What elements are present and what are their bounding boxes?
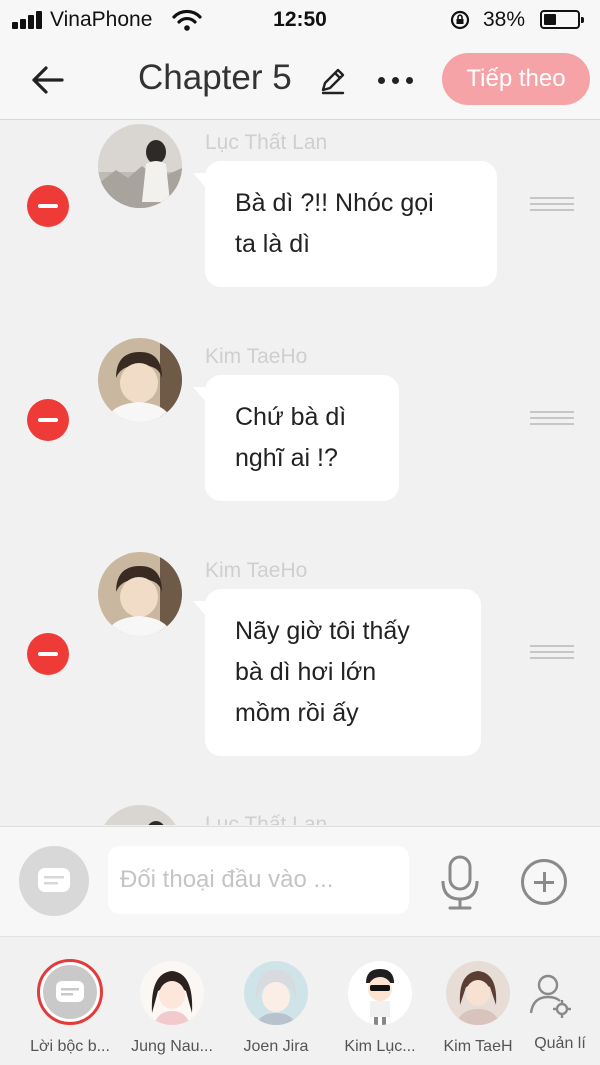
message-line: Nãy giờ tôi thấy — [235, 617, 410, 645]
speaker-name: Kim TaeHo — [205, 345, 308, 368]
next-chapter-button[interactable]: Tiếp theo — [442, 53, 590, 105]
speaker-name: Lục Thất Lan — [205, 131, 328, 154]
avatar — [98, 552, 182, 636]
avatar — [98, 338, 182, 422]
more-horizontal-icon[interactable] — [376, 64, 416, 94]
page-title: Chapter 5 — [138, 58, 292, 97]
list-item[interactable]: Lục Thất Lan Bà dì ?!! Nhóc gọi ta là dì — [0, 121, 600, 321]
editor-header: Chapter 5 Tiếp theo — [0, 40, 600, 120]
narration-toggle-button[interactable] — [19, 846, 89, 916]
plus-circle-icon[interactable] — [521, 859, 567, 905]
avatar — [140, 961, 204, 1025]
avatar — [446, 961, 510, 1025]
list-item[interactable]: Kim TaeHo Chứ bà dì nghĩ ai !? — [0, 335, 600, 535]
battery-icon — [540, 10, 584, 29]
character-item-narration[interactable]: Lời bộc b... — [20, 937, 120, 1065]
list-item[interactable]: Kim TaeHo Nãy giờ tôi thấy bà dì hơi lớn… — [0, 549, 600, 789]
status-bar: VinaPhone 12:50 38% — [0, 0, 600, 40]
dialogue-input[interactable] — [108, 846, 409, 914]
message-line: bà dì hơi lớn — [235, 658, 377, 686]
microphone-icon[interactable] — [438, 855, 482, 911]
message-bubble-icon — [38, 868, 70, 892]
avatar — [348, 961, 412, 1025]
avatar — [98, 124, 182, 208]
message-line: Bà dì ?!! Nhóc gọi — [235, 189, 434, 217]
character-item[interactable]: Kim Lục... — [330, 937, 430, 1065]
character-name: Lời bộc b... — [30, 1038, 110, 1055]
character-name: Joen Jira — [243, 1038, 309, 1055]
character-bar: Lời bộc b... Jung Nau... Joen Jira Kim L… — [0, 936, 600, 1065]
drag-handle-icon[interactable] — [530, 643, 574, 661]
message-bubble[interactable]: Chứ bà dì nghĩ ai !? — [193, 375, 399, 501]
delete-message-button[interactable] — [27, 399, 69, 441]
drag-handle-icon[interactable] — [530, 409, 574, 427]
avatar — [98, 805, 182, 825]
character-name: Kim Lục... — [344, 1038, 416, 1055]
manage-characters-button[interactable]: Quản lí — [520, 937, 600, 1065]
speaker-name: Kim TaeHo — [205, 559, 308, 582]
message-line: ta là dì — [235, 230, 311, 258]
list-item[interactable]: Lục Thất Lan — [0, 805, 600, 825]
message-line: mồm rồi ấy — [235, 699, 359, 727]
battery-percent: 38% — [483, 8, 526, 31]
avatar — [244, 961, 308, 1025]
manage-label: Quản lí — [534, 1035, 586, 1052]
dialogue-list[interactable]: Lục Thất Lan Bà dì ?!! Nhóc gọi ta là dì… — [0, 121, 600, 825]
message-line: nghĩ ai !? — [235, 444, 338, 472]
character-name: Jung Nau... — [131, 1038, 213, 1055]
arrow-left-icon[interactable] — [24, 58, 70, 102]
pencil-icon[interactable] — [318, 65, 348, 95]
message-line: Chứ bà dì — [235, 403, 347, 431]
speaker-name: Lục Thất Lan — [205, 813, 328, 825]
narration-avatar — [37, 959, 103, 1025]
character-item[interactable]: Jung Nau... — [122, 937, 222, 1065]
message-bubble[interactable]: Bà dì ?!! Nhóc gọi ta là dì — [193, 161, 497, 287]
delete-message-button[interactable] — [27, 185, 69, 227]
message-bubble[interactable]: Nãy giờ tôi thấy bà dì hơi lớn mồm rồi ấ… — [193, 589, 481, 756]
character-item[interactable]: Joen Jira — [226, 937, 326, 1065]
drag-handle-icon[interactable] — [530, 195, 574, 213]
user-settings-icon — [529, 974, 571, 1018]
composer-bar — [0, 826, 600, 936]
message-bubble-icon — [56, 981, 84, 1002]
character-item[interactable]: Kim TaeH — [428, 937, 528, 1065]
character-name: Kim TaeH — [443, 1038, 513, 1055]
delete-message-button[interactable] — [27, 633, 69, 675]
rotation-lock-icon — [450, 10, 470, 30]
